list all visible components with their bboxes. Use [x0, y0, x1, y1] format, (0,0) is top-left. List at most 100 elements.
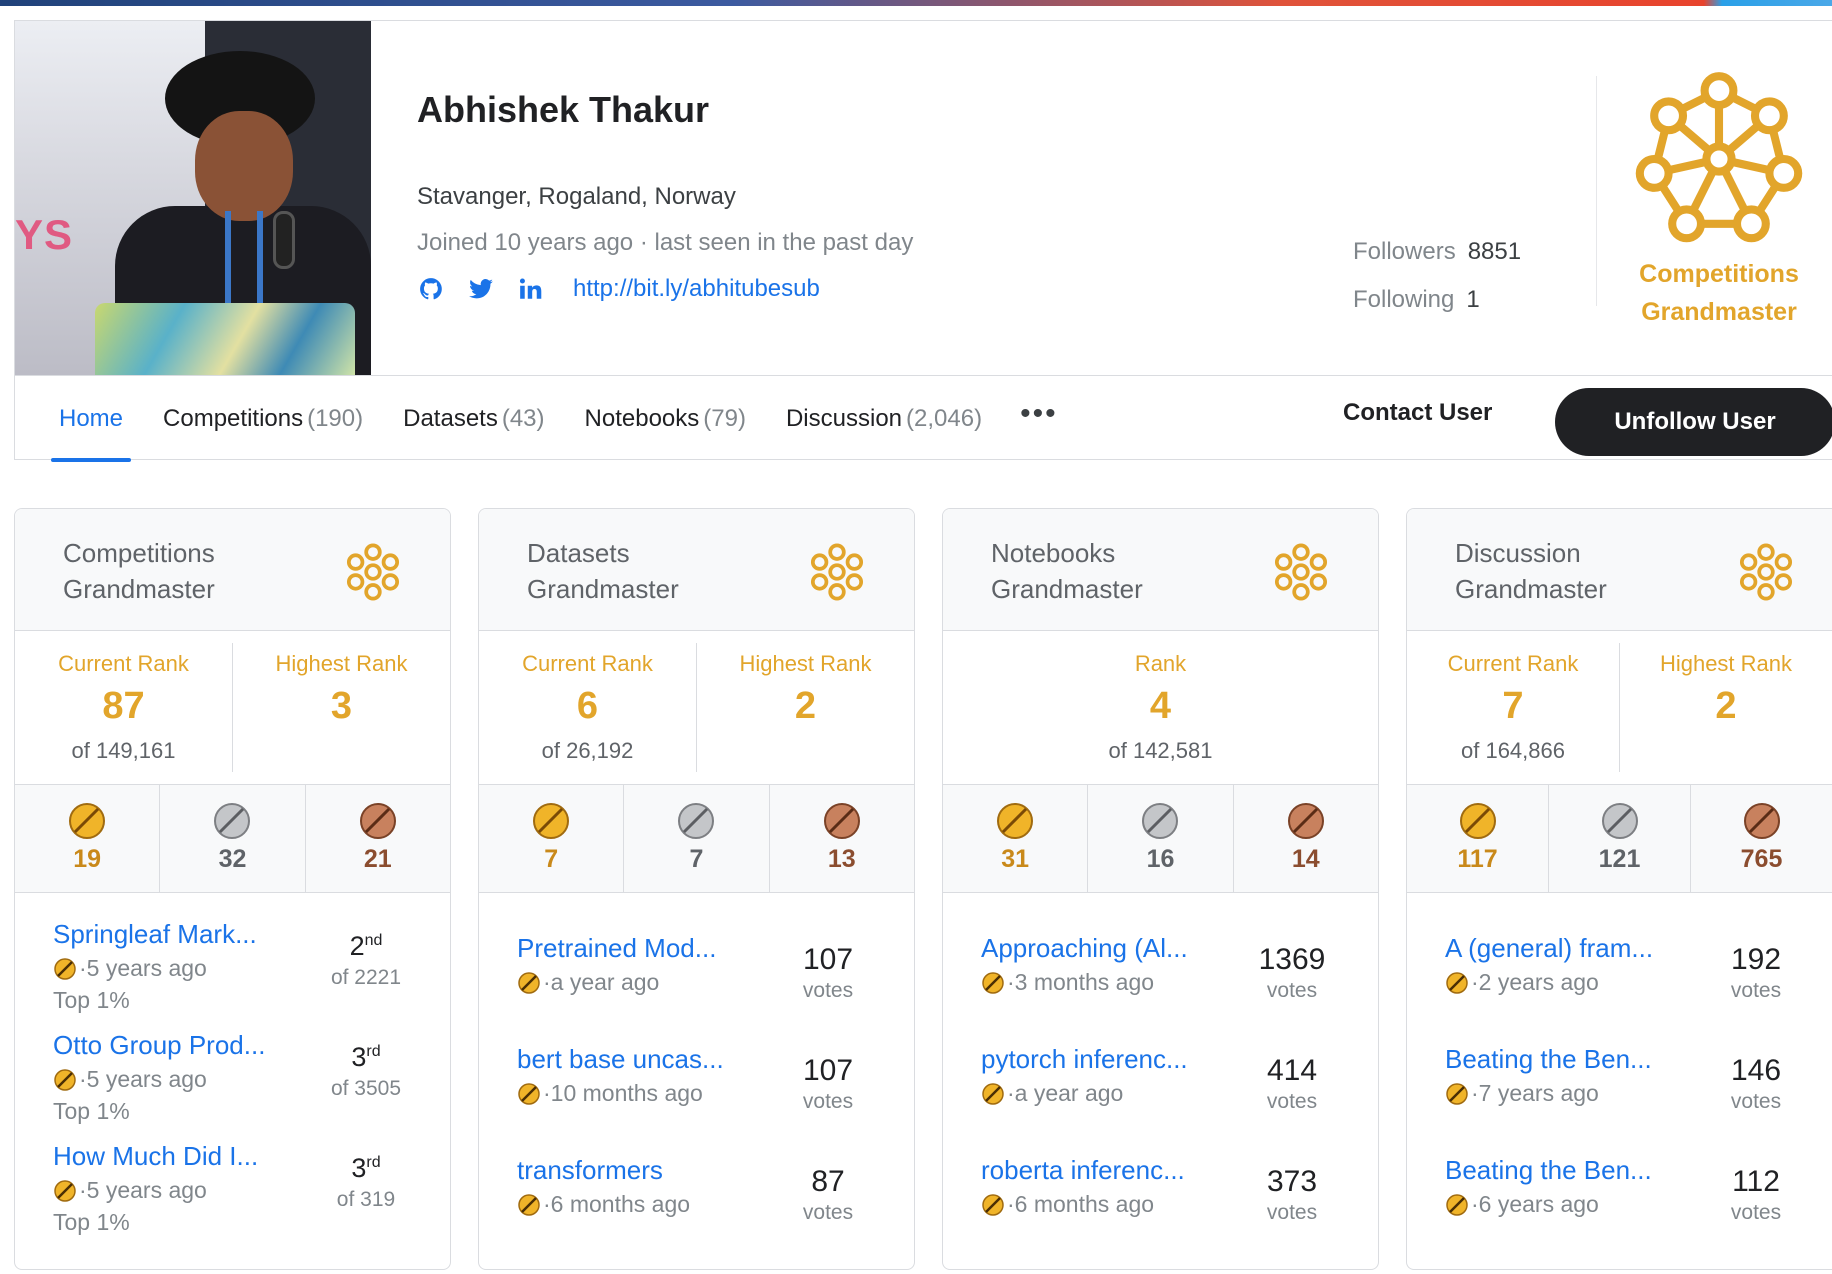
card-competitions: Competitions Grandmaster Current Rank 87 of…: [14, 508, 451, 1270]
profile-website-link[interactable]: http://bit.ly/abhitubesub: [573, 275, 820, 303]
card-discussion: Discussion Grandmaster Current Rank 7 of 16…: [1406, 508, 1832, 1270]
gold-count: 19: [73, 845, 102, 873]
bronze-count: 13: [827, 845, 856, 873]
gold-medal-icon: [68, 802, 106, 840]
tab-home[interactable]: Home: [39, 376, 143, 462]
tab-competitions[interactable]: Competitions (190): [143, 376, 383, 462]
silver-count: 7: [689, 845, 704, 873]
gold-medal-icon: [532, 802, 570, 840]
rank-value: 4: [1149, 685, 1172, 727]
gold-medal-icon: [1445, 1193, 1469, 1216]
following-count[interactable]: 1: [1466, 286, 1479, 334]
vote-count: 112: [1732, 1165, 1780, 1198]
list-item: transformers ·6 months ago 87 votes: [479, 1155, 914, 1266]
item-title-link[interactable]: transformers: [517, 1155, 663, 1186]
gold-medal-icon: [1459, 802, 1496, 840]
current-rank-value: 7: [1502, 685, 1524, 727]
profile-nav: Home Competitions (190) Datasets (43) Note…: [15, 375, 1832, 462]
tab-discussion[interactable]: Discussion (2,046): [766, 376, 1002, 462]
twitter-icon[interactable]: [467, 275, 495, 303]
current-rank-label: Current Rank: [1447, 651, 1579, 676]
list-item: bert base uncas... ·10 months ago 107 vot…: [479, 1044, 914, 1155]
github-icon[interactable]: [417, 275, 445, 303]
gold-medal-icon: [517, 971, 541, 994]
unfollow-user-button[interactable]: Unfollow User: [1555, 388, 1832, 456]
list-item: roberta inferenc... ·6 months ago 373 vot…: [943, 1155, 1378, 1266]
list-item: Pretrained Mod... ·a year ago 107 votes: [479, 933, 914, 1044]
following-label: Following: [1353, 286, 1455, 313]
item-title-link[interactable]: Beating the Ben...: [1445, 1155, 1652, 1186]
vote-count: 107: [802, 1054, 854, 1087]
item-title-link[interactable]: pytorch inferenc...: [981, 1044, 1188, 1075]
silver-medal-icon: [1141, 802, 1179, 840]
gold-count: 31: [1001, 845, 1030, 873]
item-title-link[interactable]: Pretrained Mod...: [517, 933, 716, 964]
rank-of: of 149,161: [71, 738, 176, 763]
tier-label: Competitions Grandmaster: [1639, 260, 1799, 326]
tab-notebooks[interactable]: Notebooks (79): [565, 376, 766, 462]
follow-stats: Followers 8851 Following 1: [1353, 238, 1521, 334]
item-title-link[interactable]: How Much Did I...: [53, 1141, 258, 1172]
vote-count: 414: [1266, 1054, 1318, 1087]
highest-rank-value: 3: [330, 685, 353, 727]
gold-medal-icon: [981, 1082, 1005, 1105]
highest-rank-label: Highest Rank: [275, 651, 408, 676]
more-options-icon[interactable]: •••: [1002, 397, 1076, 431]
bronze-count: 21: [363, 845, 392, 873]
gold-medal-icon: [1445, 971, 1469, 994]
profile-name: Abhishek Thakur: [417, 89, 710, 130]
item-title-link[interactable]: Otto Group Prod...: [53, 1030, 265, 1061]
item-title-link[interactable]: roberta inferenc...: [981, 1155, 1185, 1186]
highest-rank-value: 2: [794, 685, 817, 727]
vote-count: 146: [1730, 1054, 1782, 1087]
gold-medal-icon: [981, 1193, 1005, 1216]
followers-count[interactable]: 8851: [1468, 238, 1521, 286]
current-rank-value: 87: [102, 685, 145, 727]
vote-count: 107: [802, 943, 854, 976]
silver-medal-icon: [677, 802, 715, 840]
linkedin-icon[interactable]: [517, 275, 545, 303]
bronze-medal-icon: [1287, 802, 1325, 840]
list-item: A (general) fram... ·2 years ago 192 vote…: [1407, 933, 1832, 1044]
current-rank-label: Current Rank: [58, 651, 189, 676]
rank-label: Rank: [1134, 651, 1187, 676]
card-title: Discussion Grandmaster: [1455, 538, 1607, 604]
item-title-link[interactable]: Approaching (Al...: [981, 933, 1188, 964]
gold-medal-icon: [996, 802, 1034, 840]
tab-datasets[interactable]: Datasets (43): [383, 376, 564, 462]
profile-joined: Joined 10 years ago · last seen in the p…: [417, 229, 914, 256]
profile-photo: YS: [15, 21, 371, 375]
grandmaster-flower-icon: [1735, 541, 1797, 603]
vote-count: 192: [1730, 943, 1782, 976]
gold-medal-icon: [517, 1193, 541, 1216]
bronze-medal-icon: [359, 802, 397, 840]
list-item: Approaching (Al... ·3 months ago 1369 vot…: [943, 933, 1378, 1044]
profile-location: Stavanger, Rogaland, Norway: [417, 183, 736, 210]
list-item: Beating the Ben... ·7 years ago 146 votes: [1407, 1044, 1832, 1155]
bronze-count: 14: [1291, 845, 1320, 873]
gold-medal-icon: [517, 1082, 541, 1105]
list-item: How Much Did I... ·5 years ago Top 1% 3r…: [53, 1141, 396, 1235]
silver-medal-icon: [1601, 802, 1638, 840]
bronze-medal-icon: [823, 802, 861, 840]
contact-user-button[interactable]: Contact User: [1343, 399, 1492, 427]
rank-of: of 26,192: [541, 738, 634, 763]
highest-rank-label: Highest Rank: [739, 651, 872, 676]
grandmaster-flower-icon: [342, 541, 404, 603]
item-title-link[interactable]: Springleaf Mark...: [53, 919, 257, 950]
card-title: Competitions Grandmaster: [63, 538, 215, 604]
followers-label: Followers: [1353, 238, 1456, 265]
card-title: Datasets Grandmaster: [527, 538, 679, 604]
item-title-link[interactable]: bert base uncas...: [517, 1044, 724, 1075]
silver-medal-icon: [213, 802, 251, 840]
gold-medal-icon: [53, 1068, 77, 1091]
item-title-link[interactable]: Beating the Ben...: [1445, 1044, 1652, 1075]
card-notebooks: Notebooks Grandmaster Rank 4 of 142,581 31 …: [942, 508, 1379, 1270]
vote-count: 87: [811, 1165, 845, 1198]
top-accent-stripe: [0, 0, 1832, 6]
highest-rank-value: 2: [1715, 685, 1737, 727]
silver-count: 32: [218, 845, 247, 873]
rank-of: of 164,866: [1461, 738, 1565, 763]
item-title-link[interactable]: A (general) fram...: [1445, 933, 1653, 964]
gold-medal-icon: [53, 957, 77, 980]
